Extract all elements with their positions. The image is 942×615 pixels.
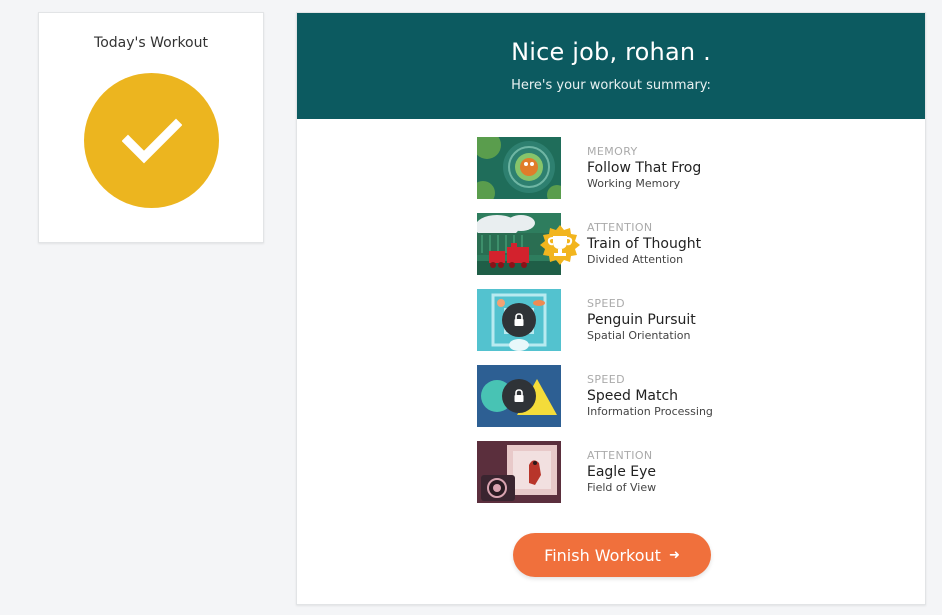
greeting-text: Nice job, rohan .	[511, 38, 711, 66]
game-category: ATTENTION	[587, 221, 653, 234]
game-skill: Information Processing	[587, 405, 713, 418]
trophy-icon	[540, 225, 580, 265]
game-list: MEMORY Follow That Frog Working Memory A…	[477, 137, 807, 517]
workout-complete-badge	[84, 73, 219, 208]
game-name: Follow That Frog	[587, 160, 702, 176]
workout-summary-panel: Nice job, rohan . Here's your workout su…	[296, 12, 926, 605]
summary-subtitle: Here's your workout summary:	[511, 78, 711, 93]
game-item-train-of-thought[interactable]: ATTENTION Train of Thought Divided Atten…	[477, 213, 807, 275]
game-category: SPEED	[587, 373, 625, 386]
game-item-follow-that-frog[interactable]: MEMORY Follow That Frog Working Memory	[477, 137, 807, 199]
game-skill: Divided Attention	[587, 253, 684, 266]
card-title: Today's Workout	[94, 35, 208, 51]
game-info: ATTENTION Train of Thought Divided Atten…	[587, 221, 701, 267]
finish-workout-label: Finish Workout	[544, 545, 661, 565]
game-info: MEMORY Follow That Frog Working Memory	[587, 145, 701, 191]
game-name: Speed Match	[587, 388, 679, 404]
game-skill: Working Memory	[587, 177, 681, 190]
game-category: ATTENTION	[587, 449, 653, 462]
game-name: Eagle Eye	[587, 464, 657, 480]
game-item-speed-match[interactable]: SPEED Speed Match Information Processing	[477, 365, 807, 427]
game-item-penguin-pursuit[interactable]: SPEED Penguin Pursuit Spatial Orientatio…	[477, 289, 807, 351]
game-category: MEMORY	[587, 145, 638, 158]
summary-header: Nice job, rohan . Here's your workout su…	[297, 13, 925, 119]
game-name: Penguin Pursuit	[587, 312, 696, 328]
checkmark-icon	[121, 118, 182, 163]
game-info: SPEED Speed Match Information Processing	[587, 373, 713, 419]
game-name: Train of Thought	[587, 236, 702, 252]
arrow-right-icon: ➜	[668, 547, 680, 563]
game-thumbnail	[477, 137, 561, 199]
game-thumbnail	[477, 441, 561, 503]
game-info: SPEED Penguin Pursuit Spatial Orientatio…	[587, 297, 696, 343]
lock-icon	[502, 303, 536, 337]
game-item-eagle-eye[interactable]: ATTENTION Eagle Eye Field of View	[477, 441, 807, 503]
game-category: SPEED	[587, 297, 625, 310]
game-skill: Spatial Orientation	[587, 329, 691, 342]
lock-icon	[502, 379, 536, 413]
game-skill: Field of View	[587, 481, 657, 494]
game-info: ATTENTION Eagle Eye Field of View	[587, 449, 656, 495]
finish-workout-button[interactable]: Finish Workout ➜	[513, 533, 711, 577]
todays-workout-card: Today's Workout	[38, 12, 264, 243]
